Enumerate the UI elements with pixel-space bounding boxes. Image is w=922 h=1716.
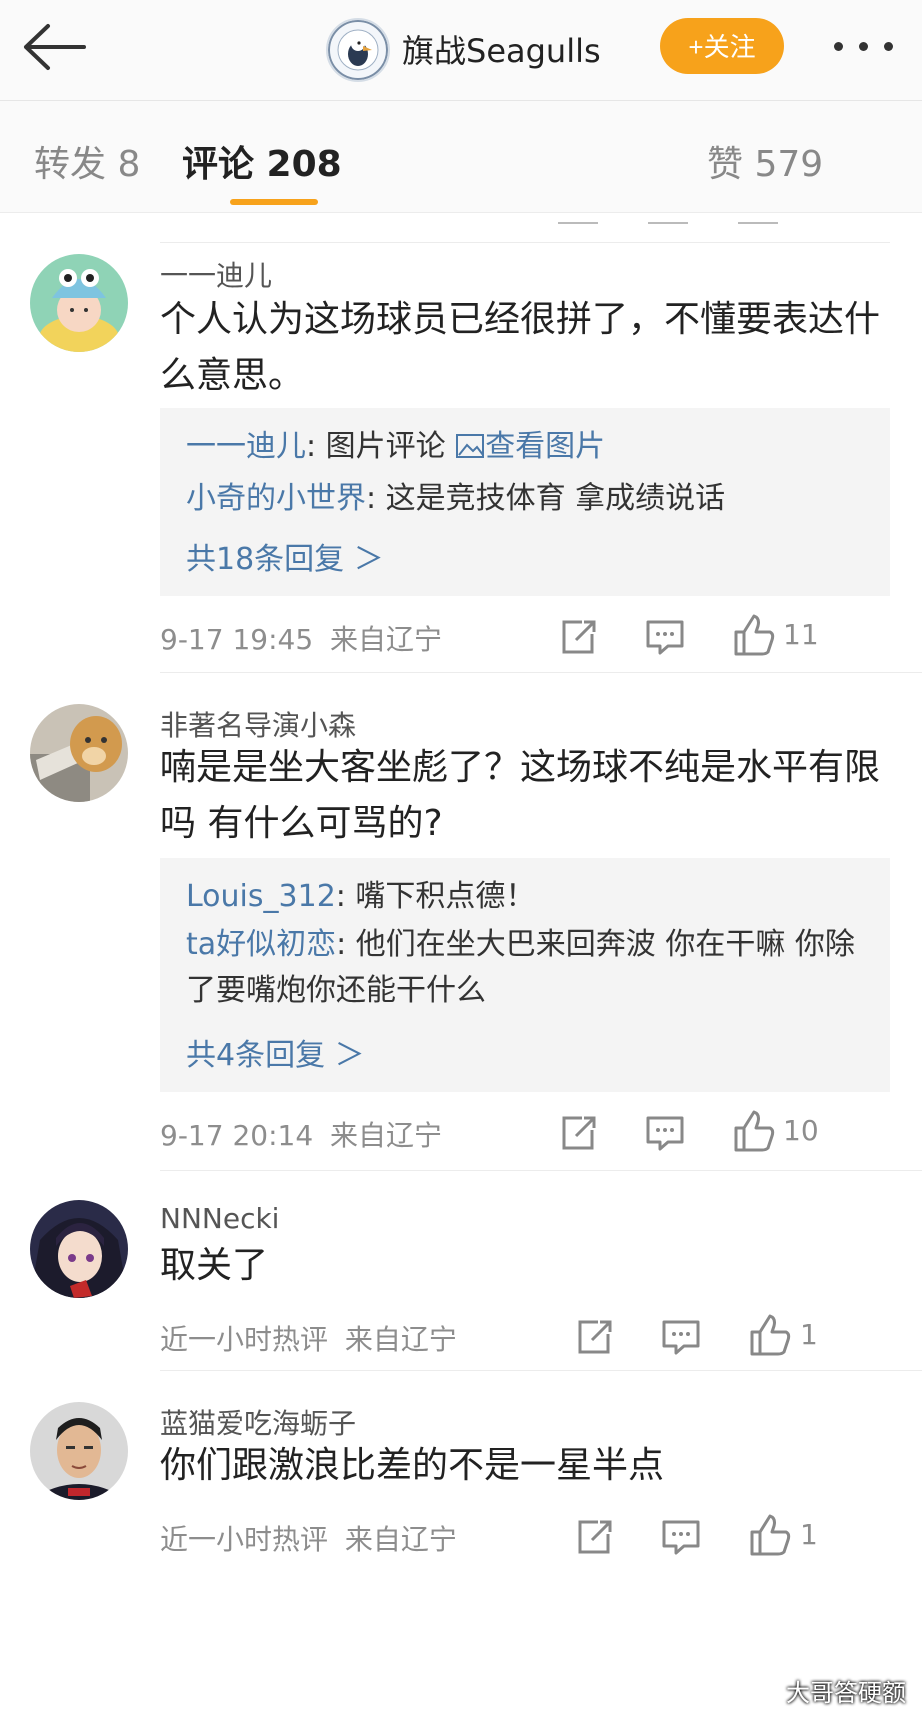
reply-username[interactable]: 小奇的小世界	[186, 481, 366, 516]
comment-username[interactable]: NNNecki	[160, 1202, 279, 1235]
user-avatar[interactable]	[30, 254, 128, 352]
comment-time: 近一小时热评	[160, 1523, 329, 1556]
user-avatar[interactable]	[30, 1402, 128, 1500]
reply-item: 一一迪儿: 图片评论 查看图片	[186, 422, 866, 472]
comment-meta: 近一小时热评 来自辽宁	[160, 1318, 457, 1358]
comment-location: 来自辽宁	[330, 1119, 443, 1152]
clipped-previous-row	[160, 212, 890, 243]
comment-text: 喃是是坐大客坐彪了？这场球不纯是水平有限吗 有什么可骂的?	[160, 747, 881, 844]
share-icon[interactable]	[552, 612, 602, 662]
comment-text: 个人认为这场球员已经很拼了，不懂要表达什么意思。	[160, 299, 881, 396]
image-icon	[456, 434, 485, 458]
comment-username[interactable]: 非著名导演小森	[160, 704, 356, 744]
reply-username[interactable]: 一一迪儿	[186, 429, 306, 464]
comment-location: 来自辽宁	[330, 623, 443, 656]
view-all-replies-link[interactable]: 共18条回复 ＞	[186, 534, 384, 578]
tab-reposts[interactable]: 转发 8	[34, 135, 140, 187]
divider	[160, 1170, 922, 1171]
account-avatar[interactable]	[326, 18, 390, 82]
reply-username[interactable]: ta好似初恋	[186, 927, 336, 962]
share-icon[interactable]	[552, 1108, 602, 1158]
comment-text: 你们跟激浪比差的不是一星半点	[160, 1445, 665, 1486]
like-count: 11	[783, 618, 819, 651]
divider	[160, 1370, 922, 1371]
comment-time: 9-17 20:14	[160, 1119, 314, 1152]
reply-item: Louis_312: 嘴下积点德！	[186, 872, 866, 922]
more-dots-icon[interactable]	[834, 30, 904, 60]
reply-text: : 这是竞技体育 拿成绩说话	[366, 481, 726, 516]
reply-item: ta好似初恋: 他们在坐大巴来回奔波 你在干嘛 你除了要嘴炮你还能干什么	[186, 922, 866, 1014]
follow-button[interactable]: +关注	[660, 18, 784, 74]
comment-meta: 9-17 19:45 来自辽宁	[160, 618, 442, 658]
comment-icon[interactable]	[640, 1108, 690, 1158]
comment-location: 来自辽宁	[344, 1323, 457, 1356]
thumbs-up-icon[interactable]	[728, 610, 778, 660]
share-icon[interactable]	[568, 1312, 618, 1362]
comment-icon[interactable]	[656, 1312, 706, 1362]
view-image-link[interactable]: 查看图片	[455, 429, 605, 464]
reply-text: : 图片评论	[306, 429, 456, 464]
comment-icon[interactable]	[656, 1512, 706, 1562]
reply-item: 小奇的小世界: 这是竞技体育 拿成绩说话	[186, 474, 866, 524]
view-all-replies-link[interactable]: 共4条回复 ＞	[186, 1030, 365, 1074]
thumbs-up-icon[interactable]	[744, 1510, 794, 1560]
comment-username[interactable]: 蓝猫爱吃海蛎子	[160, 1402, 356, 1442]
like-count: 1	[800, 1318, 818, 1351]
tab-comments[interactable]: 评论 208	[182, 135, 342, 187]
user-avatar[interactable]	[30, 704, 128, 802]
share-icon[interactable]	[568, 1512, 618, 1562]
comment-time: 9-17 19:45	[160, 623, 314, 656]
account-name[interactable]: 旗战Seagulls	[402, 26, 601, 72]
active-tab-indicator	[230, 199, 318, 205]
reply-preview-box[interactable]: 一一迪儿: 图片评论 查看图片 小奇的小世界: 这是竞技体育 拿成绩说话 共18…	[160, 408, 890, 596]
thumbs-up-icon[interactable]	[744, 1310, 794, 1360]
tab-bar: 转发 8 评论 208 赞 579	[0, 101, 922, 213]
back-arrow-icon[interactable]	[18, 22, 88, 72]
like-count: 1	[800, 1518, 818, 1551]
like-count: 10	[783, 1114, 819, 1147]
comment-meta: 近一小时热评 来自辽宁	[160, 1518, 457, 1558]
comment-meta: 9-17 20:14 来自辽宁	[160, 1114, 442, 1154]
watermark: 大哥答硬额	[786, 1679, 906, 1707]
top-bar: 旗战Seagulls +关注	[0, 0, 922, 101]
tab-likes[interactable]: 赞 579	[707, 135, 823, 187]
comment-username[interactable]: 一一迪儿	[160, 254, 272, 294]
comment-icon[interactable]	[640, 612, 690, 662]
comment-text: 取关了	[160, 1245, 269, 1286]
reply-text: : 嘴下积点德！	[335, 879, 536, 914]
thumbs-up-icon[interactable]	[728, 1106, 778, 1156]
reply-preview-box[interactable]: Louis_312: 嘴下积点德！ ta好似初恋: 他们在坐大巴来回奔波 你在干…	[160, 858, 890, 1092]
divider	[160, 672, 922, 673]
reply-username[interactable]: Louis_312	[186, 879, 336, 914]
view-image-label: 查看图片	[485, 429, 606, 464]
user-avatar[interactable]	[30, 1200, 128, 1298]
comment-time: 近一小时热评	[160, 1323, 329, 1356]
comment-location: 来自辽宁	[344, 1523, 457, 1556]
